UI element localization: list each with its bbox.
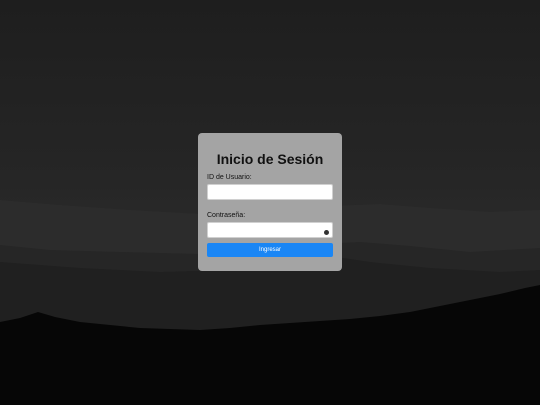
password-label: Contraseña:	[207, 212, 246, 219]
user-id-input[interactable]	[207, 184, 333, 200]
password-key-icon[interactable]	[324, 230, 329, 235]
password-field-wrapper	[207, 222, 333, 238]
password-input[interactable]	[207, 222, 333, 238]
login-card: Inicio de Sesión ID de Usuario: Contrase…	[198, 133, 342, 271]
login-submit-button[interactable]: Ingresar	[207, 243, 333, 257]
user-id-label: ID de Usuario:	[207, 174, 252, 181]
login-title: Inicio de Sesión	[216, 151, 324, 167]
login-screen: Inicio de Sesión ID de Usuario: Contrase…	[0, 0, 540, 405]
